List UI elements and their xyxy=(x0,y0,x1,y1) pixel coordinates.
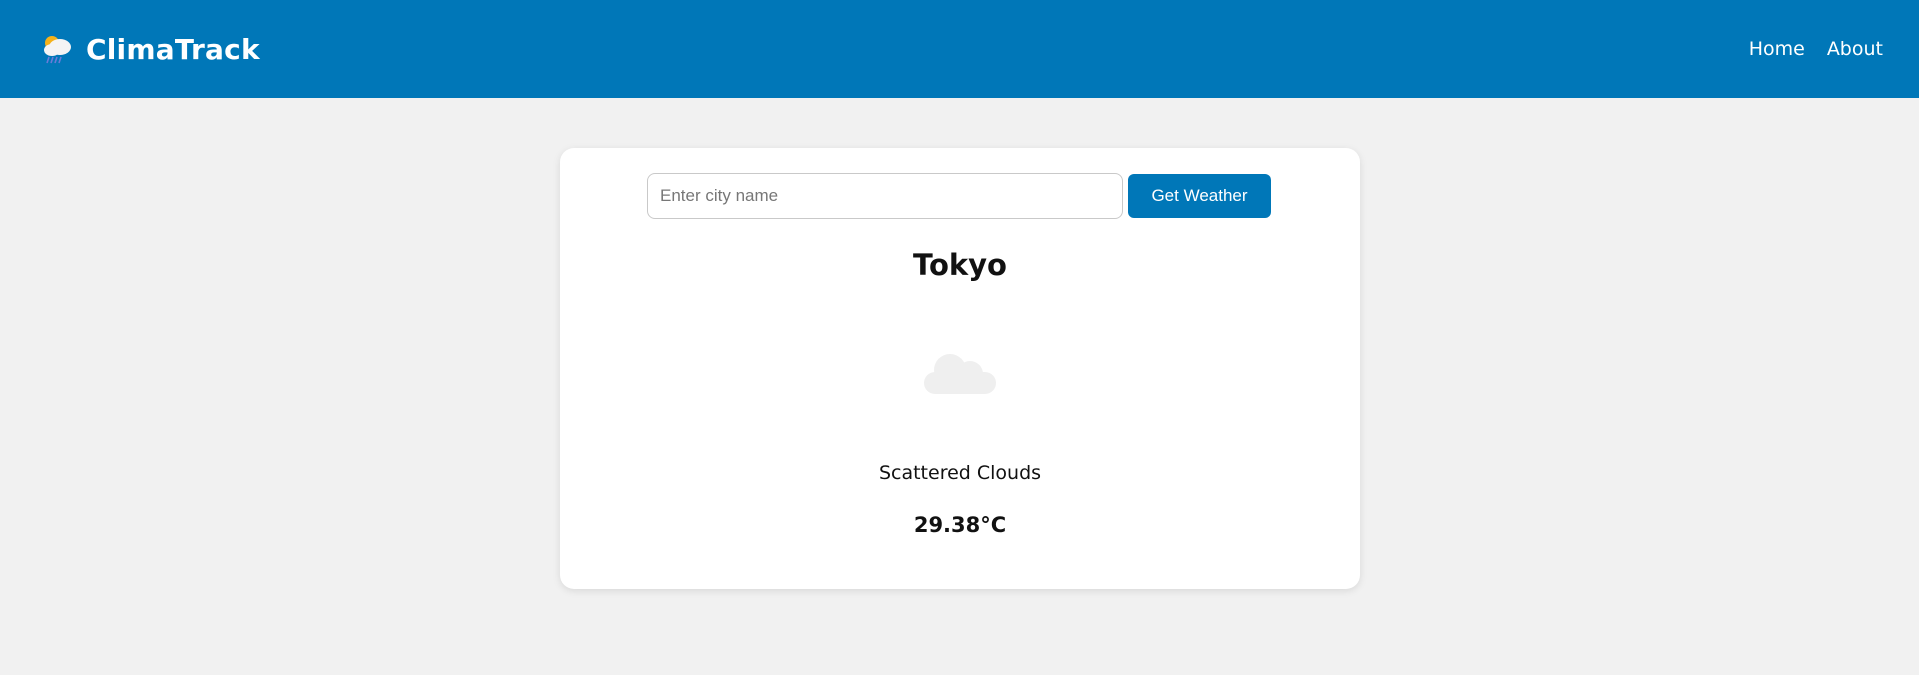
city-name: Tokyo xyxy=(913,248,1007,282)
search-row: Get Weather xyxy=(647,173,1271,219)
nav-about-link[interactable]: About xyxy=(1827,38,1883,60)
nav-home-link[interactable]: Home xyxy=(1749,38,1805,60)
brand[interactable]: ClimaTrack xyxy=(40,31,260,67)
temperature-value: 29.38°C xyxy=(913,513,1007,537)
weather-card: Get Weather Tokyo Scattered Clouds 29.38… xyxy=(560,148,1360,589)
city-search-input[interactable] xyxy=(647,173,1123,219)
get-weather-button[interactable]: Get Weather xyxy=(1128,174,1271,218)
weather-description: Scattered Clouds xyxy=(878,462,1042,484)
cloud-rain-sun-icon xyxy=(40,31,76,67)
nav-links: Home About xyxy=(1749,38,1883,60)
top-navbar: ClimaTrack Home About xyxy=(0,0,1919,98)
brand-name: ClimaTrack xyxy=(86,32,260,66)
cloud-icon xyxy=(922,346,998,396)
